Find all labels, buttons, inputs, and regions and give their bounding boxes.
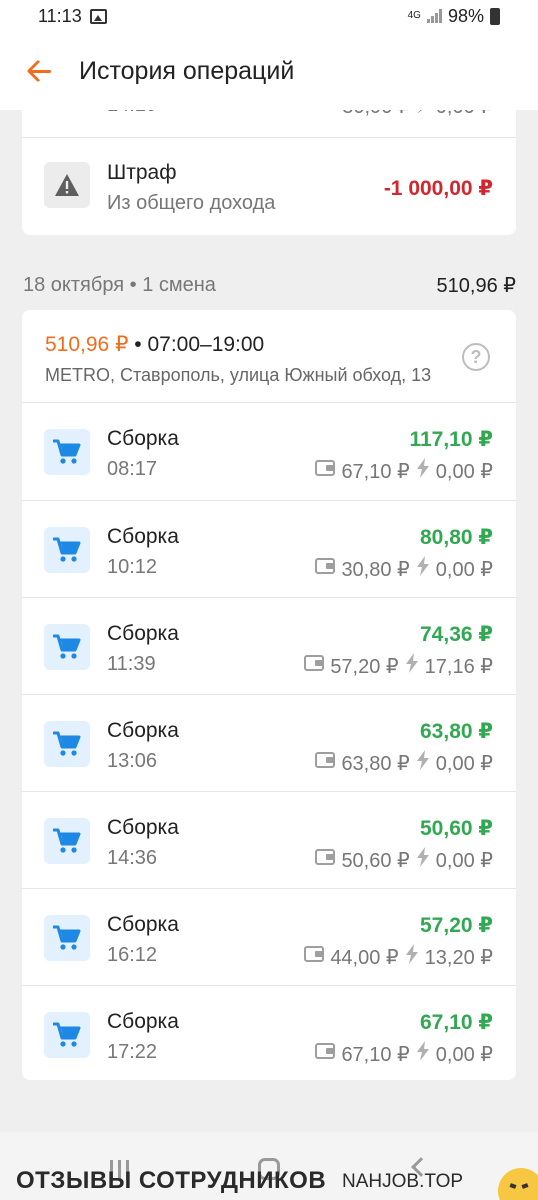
operation-time: 14:36 <box>107 847 158 869</box>
operations-card-previous: 14:19 30,90 ₽ ⚡ 0,00 ₽ Штраф Из общего д… <box>22 92 516 235</box>
watermark-left: ОТЗЫВЫ СОТРУДНИКОВ <box>16 1167 327 1194</box>
operation-detail: 50,60 ₽ 0,00 ₽ <box>315 847 493 873</box>
operation-row[interactable]: Сборка 13:06 63,80 ₽ 63,80 ₽ 0,00 ₽ <box>22 694 516 791</box>
status-time: 11:13 <box>38 5 82 26</box>
operation-amount: 50,60 ₽ <box>420 817 493 840</box>
day-date: 18 октября • 1 смена <box>23 273 216 296</box>
bonus-amount: 0,00 ₽ <box>435 849 493 872</box>
wallet-amount: 57,20 ₽ <box>330 655 399 678</box>
operation-time: 08:17 <box>107 458 158 480</box>
wallet-icon <box>304 945 325 969</box>
operation-title: Сборка <box>107 622 179 645</box>
operation-detail: 30,80 ₽ 0,00 ₽ <box>315 556 493 582</box>
battery-icon <box>490 7 500 25</box>
bonus-amount: 13,20 ₽ <box>424 946 493 969</box>
wallet-amount: 67,10 ₽ <box>341 460 410 483</box>
wallet-amount: 50,60 ₽ <box>341 849 410 872</box>
shift-summary: 510,96 ₽ • 07:00–19:00 <box>45 332 264 357</box>
wallet-amount: 63,80 ₽ <box>341 752 410 775</box>
shift-header: 510,96 ₽ • 07:00–19:00 METRO, Ставрополь… <box>22 310 516 403</box>
wallet-amount: 44,00 ₽ <box>330 946 399 969</box>
question-icon[interactable]: ? <box>462 343 490 371</box>
network-label: 4G <box>407 10 421 21</box>
operation-title: Сборка <box>107 913 179 936</box>
wallet-icon <box>315 459 336 483</box>
fine-amount: -1 000,00 ₽ <box>383 177 493 200</box>
wallet-icon <box>304 654 325 678</box>
lightning-icon <box>416 847 430 873</box>
operation-title: Сборка <box>107 719 179 742</box>
arrow-left-icon[interactable] <box>26 59 52 83</box>
shift-card: 510,96 ₽ • 07:00–19:00 METRO, Ставрополь… <box>22 310 516 1080</box>
cart-icon <box>44 527 90 573</box>
app-bar: История операций <box>0 32 538 110</box>
operation-amount: 117,10 ₽ <box>409 428 493 451</box>
shift-hours: • 07:00–19:00 <box>128 333 265 356</box>
cart-icon <box>44 818 90 864</box>
wallet-amount: 67,10 ₽ <box>341 1043 410 1066</box>
operation-time: 10:12 <box>107 556 158 578</box>
cart-icon <box>44 624 90 670</box>
operation-detail: 67,10 ₽ 0,00 ₽ <box>315 1041 493 1067</box>
lightning-icon <box>416 556 430 582</box>
wallet-amount: 30,80 ₽ <box>341 558 410 581</box>
bonus-amount: 0,00 ₽ <box>435 752 493 775</box>
operation-row[interactable]: Сборка 10:12 80,80 ₽ 30,80 ₽ 0,00 ₽ <box>22 500 516 597</box>
cart-icon <box>44 429 90 475</box>
operation-amount: 67,10 ₽ <box>420 1011 493 1034</box>
cart-icon <box>44 915 90 961</box>
lightning-icon <box>416 458 430 484</box>
operation-time: 13:06 <box>107 750 158 772</box>
cart-icon <box>44 1012 90 1058</box>
operation-amount: 63,80 ₽ <box>420 720 493 743</box>
operation-amount: 80,80 ₽ <box>420 526 493 549</box>
signal-icon <box>426 9 442 23</box>
bonus-amount: 0,00 ₽ <box>435 558 493 581</box>
shift-address: METRO, Ставрополь, улица Южный обход, 13 <box>45 365 432 385</box>
fine-row[interactable]: Штраф Из общего дохода -1 000,00 ₽ <box>22 138 516 234</box>
operation-row[interactable]: Сборка 17:22 67,10 ₽ 67,10 ₽ 0,00 ₽ <box>22 985 516 1080</box>
day-total: 510,96 ₽ <box>436 274 516 297</box>
operation-time: 17:22 <box>107 1041 158 1063</box>
fine-title: Штраф <box>107 161 177 184</box>
operation-row[interactable]: Сборка 11:39 74,36 ₽ 57,20 ₽ 17,16 ₽ <box>22 597 516 694</box>
page-title: История операций <box>79 56 295 85</box>
lightning-icon <box>416 750 430 776</box>
warning-icon <box>44 162 90 208</box>
gallery-icon <box>89 8 107 24</box>
lightning-icon <box>416 1041 430 1067</box>
operations-list: Сборка 08:17 117,10 ₽ 67,10 ₽ 0,00 ₽ Сборка 10… <box>22 403 516 1080</box>
shift-amount: 510,96 ₽ <box>45 333 129 356</box>
operation-time: 16:12 <box>107 944 158 966</box>
operation-row[interactable]: Сборка 08:17 117,10 ₽ 67,10 ₽ 0,00 ₽ <box>22 403 516 500</box>
operation-title: Сборка <box>107 816 179 839</box>
operation-row[interactable]: Сборка 14:36 50,60 ₽ 50,60 ₽ 0,00 ₽ <box>22 791 516 888</box>
bonus-amount: 0,00 ₽ <box>435 460 493 483</box>
wallet-icon <box>315 751 336 775</box>
operation-detail: 67,10 ₽ 0,00 ₽ <box>315 458 493 484</box>
operation-amount: 74,36 ₽ <box>420 623 493 646</box>
operation-detail: 57,20 ₽ 17,16 ₽ <box>304 653 493 679</box>
wallet-icon <box>315 557 336 581</box>
operation-title: Сборка <box>107 427 179 450</box>
operation-detail: 63,80 ₽ 0,00 ₽ <box>315 750 493 776</box>
lightning-icon <box>405 944 419 970</box>
bonus-amount: 0,00 ₽ <box>435 1043 493 1066</box>
bonus-amount: 17,16 ₽ <box>424 655 493 678</box>
wallet-icon <box>315 848 336 872</box>
battery-percent: 98% <box>447 5 484 26</box>
status-bar: 11:13 4G 98% <box>0 0 538 32</box>
watermark-right: NAHJOB.TOP <box>342 1171 464 1192</box>
operation-amount: 57,20 ₽ <box>420 914 493 937</box>
operation-title: Сборка <box>107 525 179 548</box>
day-header: 18 октября • 1 смена 510,96 ₽ <box>23 272 516 298</box>
cart-icon <box>44 721 90 767</box>
operation-time: 11:39 <box>107 653 156 675</box>
operation-row[interactable]: Сборка 16:12 57,20 ₽ 44,00 ₽ 13,20 ₽ <box>22 888 516 985</box>
operation-detail: 44,00 ₽ 13,20 ₽ <box>304 944 493 970</box>
fine-subtitle: Из общего дохода <box>107 192 276 214</box>
wallet-icon <box>315 1042 336 1066</box>
lightning-icon <box>405 653 419 679</box>
operation-title: Сборка <box>107 1010 179 1033</box>
